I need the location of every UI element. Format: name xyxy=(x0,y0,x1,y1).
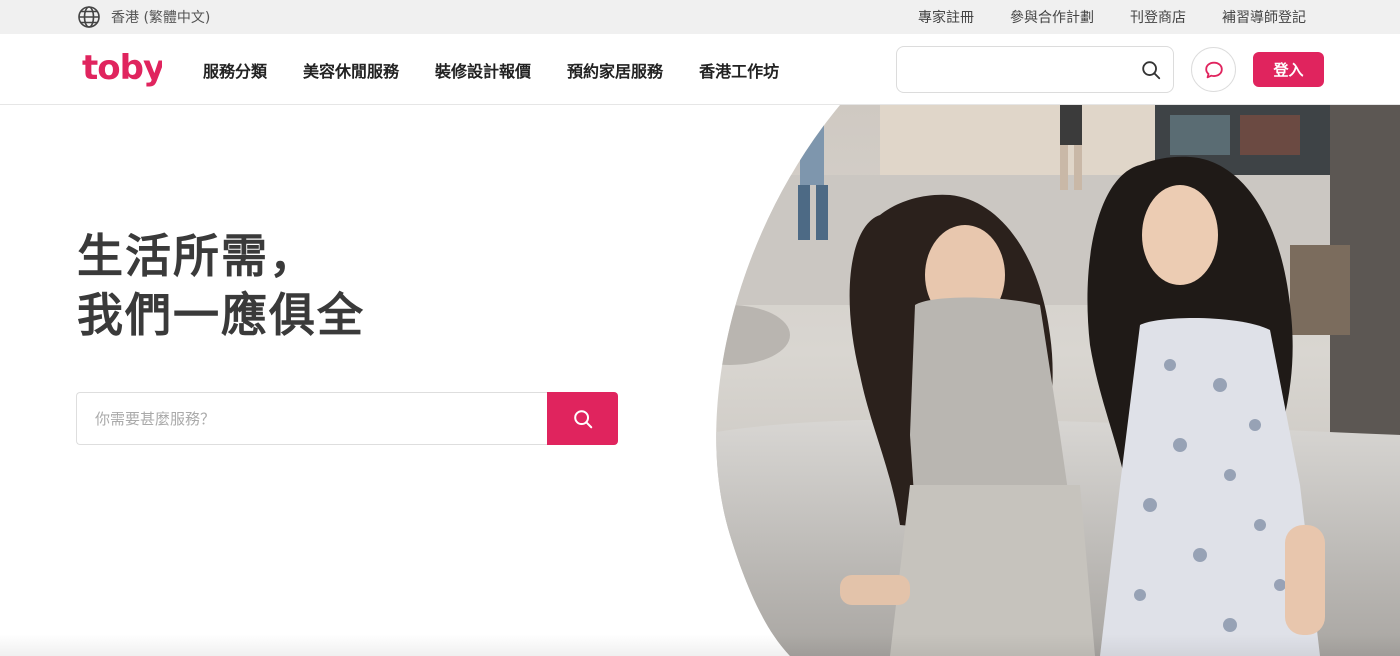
nav-home-services[interactable]: 預約家居服務 xyxy=(567,58,663,82)
utility-bar: 香港 (繁體中文) 專家註冊 參與合作計劃 刊登商店 補習導師登記 xyxy=(0,0,1400,34)
language-label: 香港 (繁體中文) xyxy=(111,10,211,26)
nav-beauty-leisure[interactable]: 美容休閒服務 xyxy=(303,58,399,82)
link-expert-register[interactable]: 專家註冊 xyxy=(918,7,974,27)
toby-logo[interactable]: toby xyxy=(82,48,162,88)
hero-search-button[interactable] xyxy=(547,392,618,445)
chat-icon xyxy=(1204,61,1223,78)
chat-button[interactable] xyxy=(1191,47,1236,92)
nav-renovation-quotes[interactable]: 裝修設計報價 xyxy=(435,58,531,82)
link-tutor-register[interactable]: 補習導師登記 xyxy=(1222,7,1306,27)
header-search-box xyxy=(896,46,1174,93)
nav-service-categories[interactable]: 服務分類 xyxy=(203,58,267,82)
language-selector[interactable]: 香港 (繁體中文) xyxy=(77,5,210,29)
header-search-input[interactable] xyxy=(909,55,1129,85)
search-icon xyxy=(573,409,592,428)
hero-section: 生活所需， 我們一應俱全 xyxy=(0,105,1400,656)
link-list-shop[interactable]: 刊登商店 xyxy=(1130,7,1186,27)
hero-title-line1: 生活所需， xyxy=(77,229,317,283)
utility-links: 專家註冊 參與合作計劃 刊登商店 補習導師登記 xyxy=(882,0,1306,34)
hero-search xyxy=(76,392,618,445)
globe-icon xyxy=(78,6,100,28)
hero-photo xyxy=(716,105,1400,656)
search-icon[interactable] xyxy=(1140,59,1162,81)
hero-title: 生活所需， 我們一應俱全 xyxy=(77,227,365,345)
main-header: toby 服務分類 美容休閒服務 裝修設計報價 預約家居服務 香港工作坊 登入 xyxy=(0,34,1400,105)
nav-hk-workshops[interactable]: 香港工作坊 xyxy=(699,58,779,82)
svg-text:toby: toby xyxy=(82,48,162,88)
link-partner-program[interactable]: 參與合作計劃 xyxy=(1010,7,1094,27)
hero-bottom-shadow xyxy=(0,634,1400,656)
hero-search-input[interactable] xyxy=(76,392,548,445)
login-button[interactable]: 登入 xyxy=(1253,52,1324,87)
main-nav: 服務分類 美容休閒服務 裝修設計報價 預約家居服務 香港工作坊 xyxy=(203,34,815,105)
hero-title-line2: 我們一應俱全 xyxy=(77,288,365,342)
